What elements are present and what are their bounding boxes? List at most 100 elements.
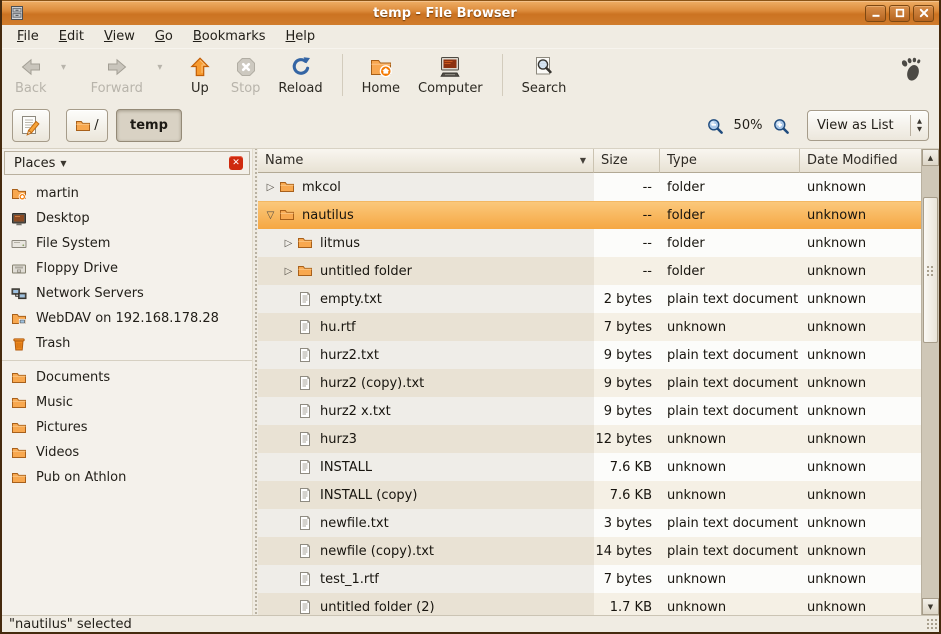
forward-history-dropdown[interactable]: ▾ — [152, 52, 168, 73]
zoom-out-button[interactable] — [705, 116, 725, 136]
maximize-button[interactable] — [889, 5, 910, 22]
titlebar[interactable]: temp - File Browser — [2, 0, 939, 25]
file-name-cell: test_1.rtf — [258, 565, 594, 593]
back-history-dropdown[interactable]: ▾ — [56, 52, 72, 73]
file-row-hurz2-copy-txt[interactable]: hurz2 (copy).txt9 bytesplain text docume… — [258, 369, 921, 397]
expander-collapsed-icon[interactable]: ▷ — [280, 266, 297, 277]
reload-button[interactable]: Reload — [269, 52, 331, 98]
file-row-newfile-txt[interactable]: newfile.txt3 bytesplain text documentunk… — [258, 509, 921, 537]
close-button[interactable] — [913, 5, 934, 22]
file-row-litmus[interactable]: ▷litmus--folderunknown — [258, 229, 921, 257]
file-date-cell: unknown — [800, 369, 921, 397]
sidebar-close-button[interactable]: ✕ — [229, 156, 243, 170]
root-path-label: / — [94, 118, 98, 133]
file-name-label: hurz2 (copy).txt — [320, 376, 424, 391]
file-name-cell: hurz2.txt — [258, 341, 594, 369]
place-documents[interactable]: Documents — [2, 365, 252, 390]
file-row-test-1-rtf[interactable]: test_1.rtf7 bytesunknownunknown — [258, 565, 921, 593]
up-button-label: Up — [191, 81, 209, 96]
up-button[interactable]: Up — [178, 52, 222, 98]
home-button[interactable]: Home — [353, 52, 409, 98]
up-arrow-icon — [188, 55, 212, 79]
edit-location-button[interactable] — [12, 109, 50, 142]
file-name-label: untitled folder — [320, 264, 412, 279]
menu-file[interactable]: File — [7, 26, 49, 48]
root-path-button[interactable]: / — [66, 109, 108, 142]
menu-view[interactable]: View — [94, 26, 145, 48]
file-type-cell: plain text document — [660, 537, 800, 565]
computer-button[interactable]: Computer — [409, 52, 492, 98]
place-pub-on-athlon[interactable]: Pub on Athlon — [2, 465, 252, 490]
menu-go[interactable]: Go — [145, 26, 183, 48]
file-row-install[interactable]: INSTALL7.6 KBunknownunknown — [258, 453, 921, 481]
column-header-name[interactable]: Name ▼ — [258, 149, 594, 173]
toolbar: Back▾Forward▾UpStopReloadHomeComputerSea… — [2, 48, 939, 103]
column-header-type[interactable]: Type — [660, 149, 800, 173]
scroll-up-button[interactable]: ▲ — [922, 149, 939, 166]
file-row-untitled-folder-2[interactable]: untitled folder (2)1.7 KBunknownunknown — [258, 593, 921, 615]
place-webdav-on-192-168-178-28[interactable]: WebDAV on 192.168.178.28 — [2, 306, 252, 331]
expander-expanded-icon[interactable]: ▽ — [262, 210, 279, 221]
content-area: Places ▼ ✕ martinDesktopFile SystemFlopp… — [2, 148, 939, 615]
menu-help[interactable]: Help — [276, 26, 326, 48]
file-row-hu-rtf[interactable]: hu.rtf7 bytesunknownunknown — [258, 313, 921, 341]
location-bar: / temp 50% View as List ▲▼ — [2, 103, 939, 148]
text-file-icon — [297, 543, 314, 560]
file-row-newfile-copy-txt[interactable]: newfile (copy).txt14 bytesplain text doc… — [258, 537, 921, 565]
view-mode-label: View as List — [808, 111, 910, 140]
file-row-nautilus[interactable]: ▽nautilus--folderunknown — [258, 201, 921, 229]
zoom-in-button[interactable] — [771, 116, 791, 136]
file-list-view: Name ▼ Size Type Date Modified ▷mkcol--f… — [258, 149, 939, 615]
place-music[interactable]: Music — [2, 390, 252, 415]
menu-bookmarks[interactable]: Bookmarks — [183, 26, 276, 48]
file-date-cell: unknown — [800, 565, 921, 593]
view-mode-selector[interactable]: View as List ▲▼ — [807, 110, 929, 141]
search-button[interactable]: Search — [513, 52, 576, 98]
file-name-cell: ▽nautilus — [258, 202, 594, 229]
scrollbar-thumb[interactable] — [923, 197, 938, 343]
computer-icon — [438, 55, 462, 79]
file-name-cell: untitled folder (2) — [258, 593, 594, 615]
current-path-button[interactable]: temp — [116, 109, 182, 142]
place-videos[interactable]: Videos — [2, 440, 252, 465]
expander-collapsed-icon[interactable]: ▷ — [280, 238, 297, 249]
file-row-mkcol[interactable]: ▷mkcol--folderunknown — [258, 173, 921, 201]
toolbar-separator — [502, 54, 503, 96]
file-row-empty-txt[interactable]: empty.txt2 bytesplain text documentunkno… — [258, 285, 921, 313]
expander-collapsed-icon[interactable]: ▷ — [262, 182, 279, 193]
file-date-cell: unknown — [800, 453, 921, 481]
scroll-down-button[interactable]: ▼ — [922, 598, 939, 615]
file-date-cell: unknown — [800, 173, 921, 201]
place-desktop[interactable]: Desktop — [2, 206, 252, 231]
file-row-untitled-folder[interactable]: ▷untitled folder--folderunknown — [258, 257, 921, 285]
file-type-cell: plain text document — [660, 509, 800, 537]
file-row-hurz2-txt[interactable]: hurz2.txt9 bytesplain text documentunkno… — [258, 341, 921, 369]
menu-edit[interactable]: Edit — [49, 26, 94, 48]
folder-icon — [11, 470, 27, 486]
column-header-date-modified[interactable]: Date Modified — [800, 149, 921, 173]
place-network-servers[interactable]: Network Servers — [2, 281, 252, 306]
window-resize-grip[interactable] — [926, 618, 939, 631]
back-button: Back — [6, 52, 56, 98]
file-name-cell: INSTALL — [258, 453, 594, 481]
text-file-icon — [297, 375, 314, 392]
file-size-cell: 7 bytes — [594, 313, 660, 341]
file-type-cell: plain text document — [660, 285, 800, 313]
forward-button-label: Forward — [91, 81, 143, 96]
file-row-hurz3[interactable]: hurz312 bytesunknownunknown — [258, 425, 921, 453]
file-type-cell: unknown — [660, 453, 800, 481]
place-floppy-drive[interactable]: Floppy Drive — [2, 256, 252, 281]
minimize-button[interactable] — [865, 5, 886, 22]
column-header-size[interactable]: Size — [594, 149, 660, 173]
vertical-scrollbar[interactable]: ▲ ▼ — [921, 149, 939, 615]
folder-icon — [11, 395, 27, 411]
place-pictures[interactable]: Pictures — [2, 415, 252, 440]
place-trash[interactable]: Trash — [2, 331, 252, 356]
place-martin[interactable]: martin — [2, 181, 252, 206]
sidebar-mode-selector[interactable]: Places — [14, 156, 55, 171]
file-row-hurz2-x-txt[interactable]: hurz2 x.txt9 bytesplain text documentunk… — [258, 397, 921, 425]
file-size-cell: 14 bytes — [594, 537, 660, 565]
file-name-label: hurz3 — [320, 432, 357, 447]
place-file-system[interactable]: File System — [2, 231, 252, 256]
file-row-install-copy[interactable]: INSTALL (copy)7.6 KBunknownunknown — [258, 481, 921, 509]
